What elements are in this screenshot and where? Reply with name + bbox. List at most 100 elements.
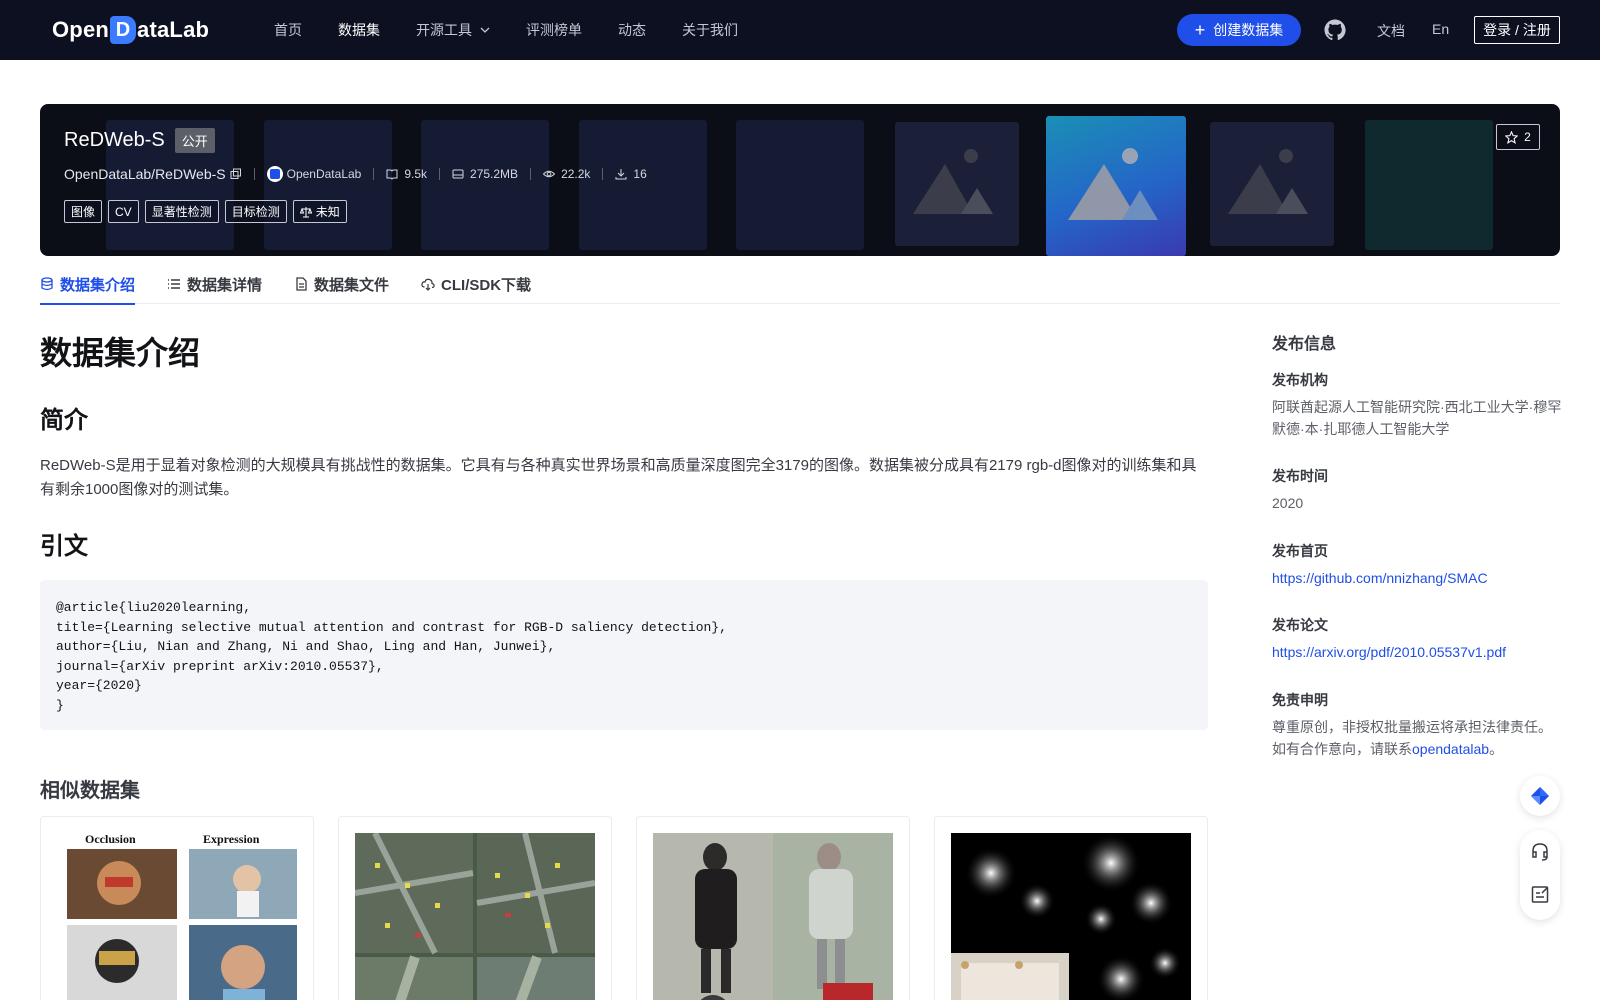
headset-icon[interactable] [1530, 842, 1550, 862]
nav-open-tools-label: 开源工具 [416, 22, 472, 38]
tag-row: 图像 CV 显著性检测 目标检测 未知 [64, 200, 353, 223]
assistant-button[interactable] [1520, 776, 1560, 816]
dataset-tabs: 数据集介绍 数据集详情 数据集文件 CLI/SDK下载 [40, 264, 1560, 305]
org-name: OpenDataLab [286, 167, 362, 181]
tab-details[interactable]: 数据集详情 [167, 264, 262, 304]
similar-dataset-card[interactable] [338, 816, 612, 1000]
tab-files[interactable]: 数据集文件 [294, 264, 389, 304]
nav-datasets[interactable]: 数据集 [338, 20, 380, 40]
hard-drive-icon [452, 169, 464, 179]
license-label: 未知 [315, 205, 340, 219]
floating-toolbar [1520, 830, 1560, 920]
views-value: 22.2k [561, 167, 591, 181]
disclaimer-label: 免责申明 [1272, 692, 1328, 708]
org-info[interactable]: OpenDataLab [266, 166, 362, 182]
intro-text: ReDWeb-S是用于显着对象检测的大规模具有挑战性的数据集。它具有与各种真实世… [40, 457, 1197, 498]
nav-news[interactable]: 动态 [618, 20, 646, 40]
disclaimer-end: 。 [1489, 741, 1504, 757]
dataset-thumbnail: Occlusion Expression [57, 833, 297, 1000]
contact-link[interactable]: opendatalab [1412, 741, 1489, 757]
language-switch[interactable]: En [1432, 21, 1449, 37]
date-value: 2020 [1272, 495, 1304, 511]
disclaimer-line-2: 如有合作意向，请联系opendatalab。 [1272, 738, 1564, 760]
tag-saliency[interactable]: 显著性检测 [144, 200, 219, 223]
occlusion-caption: Occlusion [85, 833, 136, 846]
dataset-thumbnail [653, 833, 893, 1000]
page-title: 数据集介绍 [40, 335, 201, 371]
dataset-banner: ReDWeb-S 公开 OpenDataLab/ReDWeb-S OpenDat… [40, 104, 1560, 256]
chevron-down-icon [480, 27, 490, 33]
publish-info-title: 发布信息 [1272, 336, 1337, 353]
divider [602, 168, 604, 180]
dataset-thumbnail [355, 833, 595, 1000]
download-icon [615, 169, 627, 180]
file-size: 275.2MB [452, 167, 518, 181]
logo-text-right: ataLab [137, 17, 210, 42]
database-icon [41, 277, 53, 291]
similar-datasets-heading: 相似数据集 [40, 780, 140, 802]
tag-image[interactable]: 图像 [64, 200, 103, 223]
intro-heading: 简介 [40, 407, 88, 434]
tab-intro[interactable]: 数据集介绍 [40, 264, 136, 305]
similar-dataset-card[interactable]: Occlusion Expression [40, 816, 314, 1000]
tag-detection[interactable]: 目标检测 [224, 200, 287, 223]
citation-heading: 引文 [40, 533, 88, 560]
data-count: 9.5k [386, 167, 427, 181]
star-icon [1505, 130, 1519, 144]
similar-dataset-card[interactable] [636, 816, 910, 1000]
docs-link[interactable]: 文档 [1377, 21, 1405, 41]
publish-info-panel: 发布信息 发布机构 阿联酋起源人工智能研究院·西北工业大学·穆罕默德·本·扎耶德… [1272, 330, 1564, 757]
login-register-button[interactable]: 登录 / 注册 [1474, 16, 1560, 44]
title-row: ReDWeb-S 公开 [64, 128, 215, 153]
dataset-title: ReDWeb-S [64, 129, 165, 151]
file-icon [296, 277, 307, 291]
paper-link[interactable]: https://arxiv.org/pdf/2010.05537v1.pdf [1272, 641, 1564, 663]
file-size-value: 275.2MB [470, 167, 519, 181]
license-tag[interactable]: 未知 [292, 200, 347, 223]
date-label: 发布时间 [1272, 468, 1328, 484]
nav-open-tools[interactable]: 开源工具 [416, 20, 490, 40]
create-dataset-button[interactable]: + 创建数据集 [1177, 14, 1301, 46]
disclaimer-text: 尊重原创，非授权批量搬运将承担法律责任。 如有合作意向，请联系opendatal… [1272, 716, 1564, 760]
views: 22.2k [543, 167, 590, 181]
tab-cli-sdk[interactable]: CLI/SDK下载 [421, 264, 531, 304]
opendatalab-logo[interactable]: Open D ataLab [52, 16, 209, 44]
divider [253, 168, 255, 180]
org-value: 阿联酋起源人工智能研究院·西北工业大学·穆罕默德·本·扎耶德人工智能大学 [1272, 399, 1562, 437]
dataset-path: OpenDataLab/ReDWeb-S [64, 166, 242, 182]
public-badge: 公开 [174, 128, 215, 153]
star-button[interactable]: 2 [1496, 124, 1540, 150]
similar-dataset-card[interactable] [934, 816, 1208, 1000]
dataset-thumbnail [951, 833, 1191, 1000]
nav-about[interactable]: 关于我们 [682, 20, 738, 40]
disclaimer-line-1: 尊重原创，非授权批量搬运将承担法律责任。 [1272, 719, 1552, 735]
tab-intro-label: 数据集介绍 [60, 276, 136, 294]
star-count: 2 [1524, 130, 1531, 144]
feedback-edit-icon[interactable] [1530, 884, 1550, 904]
eye-icon [543, 170, 556, 178]
citation-block[interactable]: @article{liu2020learning, title={Learnin… [40, 580, 1208, 730]
diamond-logo-icon [1531, 787, 1549, 805]
divider [373, 168, 375, 180]
data-count-value: 9.5k [404, 167, 428, 181]
nav-leaderboard[interactable]: 评测榜单 [526, 20, 582, 40]
downloads-value: 16 [633, 167, 647, 181]
org-label: 发布机构 [1272, 372, 1328, 388]
dataset-path-text: OpenDataLab/ReDWeb-S [64, 166, 226, 182]
tag-cv[interactable]: CV [108, 200, 139, 223]
github-icon[interactable] [1323, 18, 1347, 42]
logo-text-left: Open [52, 17, 110, 42]
homepage-label: 发布首页 [1272, 543, 1328, 559]
divider [439, 168, 441, 180]
main-nav: 首页 数据集 开源工具 评测榜单 动态 关于我们 [274, 0, 774, 60]
homepage-link[interactable]: https://github.com/nnizhang/SMAC [1272, 567, 1564, 589]
book-icon [386, 169, 398, 180]
nav-home[interactable]: 首页 [274, 20, 302, 40]
create-dataset-label: 创建数据集 [1213, 22, 1284, 38]
scale-icon [299, 206, 312, 217]
tab-files-label: 数据集文件 [314, 276, 390, 294]
logo-d-mark: D [110, 16, 137, 44]
copy-icon[interactable] [230, 168, 242, 180]
divider [530, 168, 532, 180]
similar-datasets-list: Occlusion Expression [40, 816, 1208, 1000]
